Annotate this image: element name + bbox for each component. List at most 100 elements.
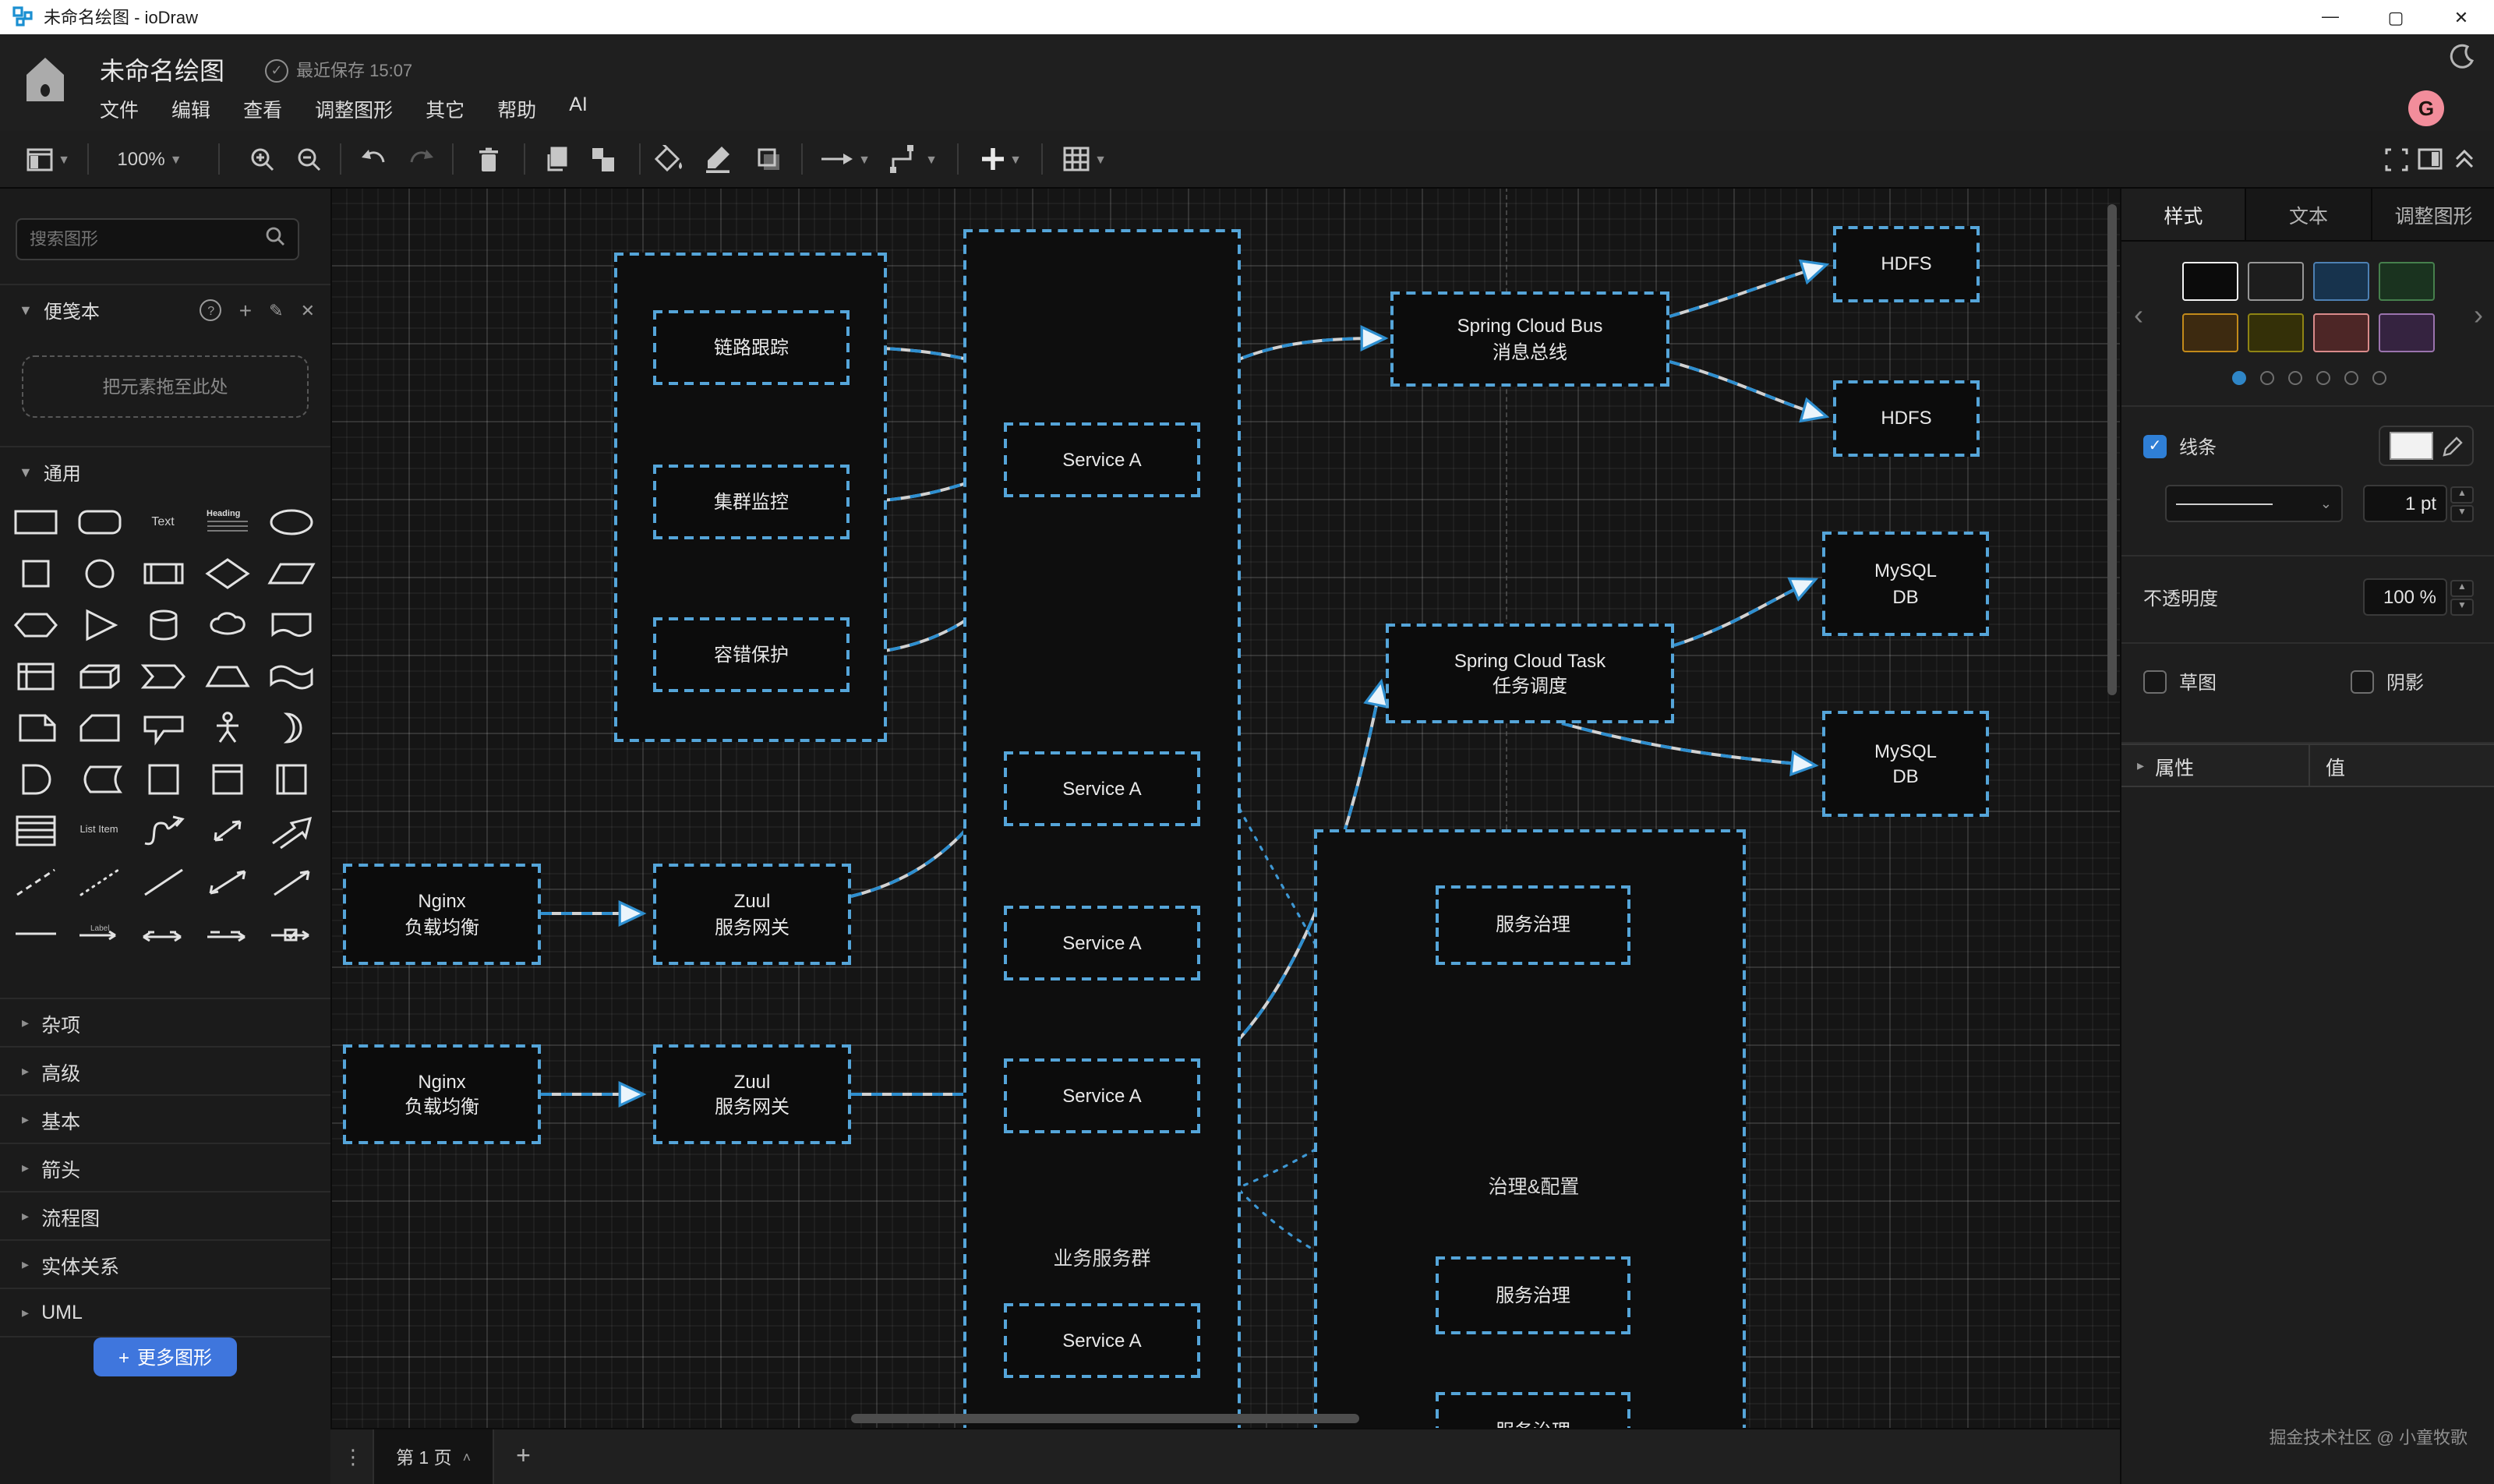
tab-text[interactable]: 文本 bbox=[2245, 187, 2371, 240]
shape-curve[interactable] bbox=[131, 804, 195, 856]
line-color-picker[interactable] bbox=[2379, 426, 2474, 466]
undo-button[interactable] bbox=[355, 131, 393, 187]
style-swatch[interactable] bbox=[2182, 262, 2238, 301]
search-icon[interactable] bbox=[265, 225, 285, 253]
shape-trapezoid[interactable] bbox=[195, 650, 259, 701]
redo-button[interactable] bbox=[402, 131, 440, 187]
node-service-a-2[interactable]: Service A bbox=[1004, 751, 1200, 826]
style-swatch[interactable] bbox=[2248, 262, 2304, 301]
line-width-up[interactable]: ▲ bbox=[2450, 486, 2474, 503]
close-button[interactable]: ✕ bbox=[2429, 0, 2494, 34]
shadow-button[interactable] bbox=[748, 131, 789, 187]
line-width-down[interactable]: ▼ bbox=[2450, 504, 2474, 521]
shape-parallelogram[interactable] bbox=[259, 547, 323, 599]
shape-process[interactable] bbox=[131, 547, 195, 599]
menu-ai[interactable]: AI bbox=[569, 94, 588, 123]
shape-list[interactable] bbox=[3, 804, 67, 856]
zoom-out-button[interactable] bbox=[290, 131, 327, 187]
zoom-in-button[interactable] bbox=[243, 131, 281, 187]
menu-view[interactable]: 查看 bbox=[243, 94, 282, 123]
shape-data-storage[interactable] bbox=[67, 753, 131, 804]
scratchpad-help-icon[interactable]: ? bbox=[200, 299, 222, 321]
shape-directional-arrow[interactable] bbox=[259, 856, 323, 907]
shape-link-arrow[interactable] bbox=[259, 907, 323, 959]
menu-arrange[interactable]: 调整图形 bbox=[315, 94, 393, 123]
scratchpad-edit-icon[interactable]: ✎ bbox=[269, 300, 283, 320]
node-zuul-1[interactable]: Zuul服务网关 bbox=[653, 864, 851, 965]
pages-menu-icon[interactable]: ⋮ bbox=[343, 1445, 363, 1470]
shape-dimension-arrow[interactable] bbox=[131, 907, 195, 959]
shape-double-label-arrow[interactable] bbox=[195, 907, 259, 959]
shape-heading[interactable]: Heading bbox=[195, 496, 259, 547]
shape-actor[interactable] bbox=[195, 701, 259, 753]
style-swatch[interactable] bbox=[2313, 313, 2369, 352]
avatar[interactable]: G bbox=[2408, 90, 2444, 126]
toggle-panels-button[interactable]: ▼ bbox=[22, 131, 75, 187]
category-er[interactable]: ▸实体关系 bbox=[0, 1239, 330, 1288]
shape-vertical-container[interactable] bbox=[259, 753, 323, 804]
scratchpad-add-icon[interactable]: + bbox=[239, 298, 252, 323]
shape-thick-line[interactable] bbox=[3, 907, 67, 959]
table-button[interactable]: ▼ bbox=[1054, 131, 1116, 187]
shape-ellipse[interactable] bbox=[259, 496, 323, 547]
page-tab-menu-icon[interactable]: ˄ bbox=[463, 1450, 472, 1465]
properties-header[interactable]: ▸属性 bbox=[2121, 745, 2310, 786]
category-advanced[interactable]: ▸高级 bbox=[0, 1046, 330, 1094]
node-service-governance-1[interactable]: 服务治理 bbox=[1436, 885, 1630, 965]
shape-tape[interactable] bbox=[259, 650, 323, 701]
node-service-governance-3[interactable]: 服务治理 bbox=[1436, 1392, 1630, 1428]
shape-dotted-line[interactable] bbox=[67, 856, 131, 907]
tab-style[interactable]: 样式 bbox=[2121, 187, 2245, 240]
shape-arrow-shape[interactable] bbox=[259, 804, 323, 856]
node-service-a-1[interactable]: Service A bbox=[1004, 422, 1200, 497]
shape-container[interactable] bbox=[131, 753, 195, 804]
node-service-governance-2[interactable]: 服务治理 bbox=[1436, 1256, 1630, 1334]
style-swatch[interactable] bbox=[2313, 262, 2369, 301]
node-service-a-4[interactable]: Service A bbox=[1004, 1058, 1200, 1133]
shape-cube[interactable] bbox=[67, 650, 131, 701]
shape-and[interactable] bbox=[3, 753, 67, 804]
edge-task-mysql1[interactable] bbox=[1674, 580, 1814, 645]
menu-extras[interactable]: 其它 bbox=[426, 94, 465, 123]
shape-internal-storage[interactable] bbox=[3, 650, 67, 701]
style-swatch[interactable] bbox=[2379, 313, 2435, 352]
shape-diamond[interactable] bbox=[195, 547, 259, 599]
node-nginx-1[interactable]: Nginx负载均衡 bbox=[343, 864, 541, 965]
style-swatch[interactable] bbox=[2379, 262, 2435, 301]
shape-dashed-line[interactable] bbox=[3, 856, 67, 907]
node-fault-protection[interactable]: 容错保护 bbox=[653, 617, 850, 692]
line-color-swatch[interactable] bbox=[2390, 432, 2433, 460]
delete-button[interactable] bbox=[468, 131, 508, 187]
shape-bidirectional-arrow[interactable] bbox=[195, 804, 259, 856]
shape-or[interactable] bbox=[259, 701, 323, 753]
connection-style-button[interactable]: ▼ bbox=[814, 131, 876, 187]
menu-edit[interactable]: 编辑 bbox=[171, 94, 210, 123]
shape-cylinder[interactable] bbox=[131, 599, 195, 650]
sketch-checkbox[interactable] bbox=[2143, 670, 2167, 694]
line-color-button[interactable] bbox=[698, 131, 739, 187]
node-zuul-2[interactable]: Zuul服务网关 bbox=[653, 1044, 851, 1144]
canvas[interactable]: 链路跟踪 集群监控 容错保护 Service A Service A Servi… bbox=[330, 187, 2120, 1428]
shape-titled-container[interactable] bbox=[195, 753, 259, 804]
waypoints-button[interactable]: ▼ bbox=[882, 131, 945, 187]
style-swatch[interactable] bbox=[2248, 313, 2304, 352]
to-front-button[interactable] bbox=[536, 131, 577, 187]
shape-document[interactable] bbox=[259, 599, 323, 650]
horizontal-scrollbar[interactable] bbox=[851, 1414, 1359, 1423]
node-mysql-db-1[interactable]: MySQLDB bbox=[1822, 532, 1989, 636]
search-input[interactable] bbox=[17, 230, 265, 249]
category-misc[interactable]: ▸杂项 bbox=[0, 998, 330, 1046]
insert-button[interactable]: ▼ bbox=[970, 131, 1032, 187]
swatch-pagination[interactable] bbox=[2121, 371, 2494, 385]
vertical-scrollbar[interactable] bbox=[2107, 204, 2117, 695]
shape-note[interactable] bbox=[3, 701, 67, 753]
node-link-tracing[interactable]: 链路跟踪 bbox=[653, 310, 850, 385]
style-swatch[interactable] bbox=[2182, 313, 2238, 352]
category-flowchart[interactable]: ▸流程图 bbox=[0, 1191, 330, 1239]
opacity-down[interactable]: ▼ bbox=[2450, 598, 2474, 615]
page-tab-1[interactable]: 第 1 页˄ bbox=[373, 1429, 494, 1484]
shape-callout[interactable] bbox=[131, 701, 195, 753]
node-cluster-monitoring[interactable]: 集群监控 bbox=[653, 465, 850, 539]
shape-text[interactable]: Text bbox=[131, 496, 195, 547]
shape-line[interactable] bbox=[131, 856, 195, 907]
